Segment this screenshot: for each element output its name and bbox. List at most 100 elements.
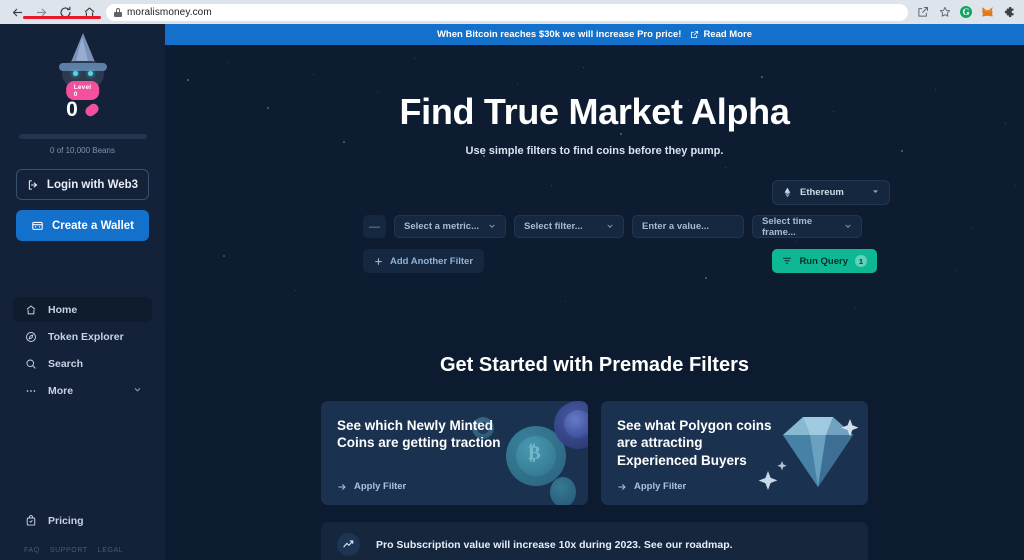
- create-wallet-label: Create a Wallet: [51, 219, 135, 232]
- hero-section: Find True Market Alpha Use simple filter…: [165, 45, 1024, 324]
- share-icon: [918, 7, 928, 17]
- premade-card-title: See which Newly Minted Coins are getting…: [337, 418, 501, 451]
- chain-name: Ethereum: [800, 187, 844, 198]
- sidebar-item-label: Home: [48, 303, 78, 316]
- sidebar-item-label: Pricing: [48, 514, 84, 527]
- back-button[interactable]: [6, 2, 28, 22]
- arrow-right-icon: [618, 483, 626, 490]
- wallet-icon: [32, 221, 43, 230]
- section-heading: Get Started with Premade Filters: [440, 354, 749, 376]
- sidebar-item-home[interactable]: Home: [13, 297, 152, 322]
- login-with-web3-label: Login with Web3: [46, 178, 139, 191]
- ellipsis-icon: [24, 384, 37, 397]
- footer-link-legal[interactable]: LEGAL: [98, 547, 124, 554]
- apply-filter-link[interactable]: Apply Filter: [337, 481, 406, 492]
- bag-icon: [24, 514, 37, 527]
- apply-filter-link[interactable]: Apply Filter: [617, 481, 686, 492]
- footer-link-faq[interactable]: FAQ: [24, 547, 40, 554]
- sidebar-item-search[interactable]: Search: [13, 351, 152, 376]
- address-bar[interactable]: moralismoney.com: [106, 3, 908, 21]
- plus-icon: [375, 257, 382, 265]
- bean-progress-bar: [18, 134, 147, 139]
- avatar-eye-right: [87, 71, 93, 76]
- lock-icon: [114, 7, 122, 17]
- chain-selector-row: Ethereum: [165, 180, 1024, 205]
- chevron-down-icon: [133, 385, 142, 396]
- main-content: When Bitcoin reaches $30k we will increa…: [165, 24, 1024, 560]
- premade-card-title: See what Polygon coins are attracting Ex…: [617, 418, 772, 468]
- premade-card-polygon[interactable]: See what Polygon coins are attracting Ex…: [601, 401, 868, 505]
- run-query-badge: 1: [855, 255, 867, 267]
- pro-subscription-text: Pro Subscription value will increase 10x…: [376, 538, 733, 551]
- page-subtitle: Use simple filters to find coins before …: [465, 145, 724, 157]
- bean-counter: 0: [66, 98, 101, 122]
- announcement-banner[interactable]: When Bitcoin reaches $30k we will increa…: [165, 24, 1024, 45]
- sidebar-item-more[interactable]: More: [13, 378, 152, 403]
- arrow-right-icon: [338, 483, 346, 490]
- bean-icon: [83, 101, 101, 119]
- share-button[interactable]: [916, 5, 930, 19]
- chain-selector[interactable]: Ethereum: [772, 180, 890, 205]
- filter-row: — Select a metric... Select filter... En…: [165, 215, 1024, 238]
- metric-select[interactable]: Select a metric...: [394, 215, 506, 238]
- forward-button[interactable]: [30, 2, 52, 22]
- filter-select[interactable]: Select filter...: [514, 215, 624, 238]
- puzzle-piece-icon: [1004, 6, 1014, 18]
- sidebar-item-label: Token Explorer: [48, 330, 124, 343]
- create-wallet-button[interactable]: Create a Wallet: [16, 210, 149, 241]
- chevron-down-icon: [606, 222, 614, 232]
- bean-progress-label: 0 of 10,000 Beans: [50, 146, 115, 155]
- run-query-button[interactable]: Run Query 1: [772, 249, 877, 273]
- pro-subscription-banner[interactable]: Pro Subscription value will increase 10x…: [321, 522, 868, 560]
- premade-card-newly-minted[interactable]: ₿ See which Newly Minted Coins are getti…: [321, 401, 588, 505]
- app-root: Level 0 0 0 of 10,000 Beans Login with W…: [0, 24, 1024, 560]
- filter-select-value: Select filter...: [524, 221, 583, 232]
- remove-filter-button[interactable]: —: [363, 215, 386, 238]
- sidebar: Level 0 0 0 of 10,000 Beans Login with W…: [0, 24, 165, 560]
- timeframe-select[interactable]: Select time frame...: [752, 215, 862, 238]
- apply-filter-label: Apply Filter: [634, 481, 687, 492]
- value-input-placeholder: Enter a value...: [642, 221, 710, 232]
- browser-toolbar: moralismoney.com G: [0, 0, 1024, 24]
- page-title: Find True Market Alpha: [399, 91, 790, 132]
- add-another-filter-button[interactable]: Add Another Filter: [363, 249, 485, 273]
- apply-filter-label: Apply Filter: [354, 481, 407, 492]
- grammarly-extension-button[interactable]: G: [960, 6, 972, 18]
- extensions-button[interactable]: [1002, 5, 1016, 19]
- sidebar-footer-links: FAQ SUPPORT LEGAL: [0, 527, 165, 560]
- run-query-label: Run Query: [799, 255, 848, 267]
- chevron-down-icon: [488, 222, 496, 232]
- browser-nav-buttons: [6, 2, 100, 22]
- login-icon: [28, 179, 38, 190]
- footer-link-support[interactable]: SUPPORT: [50, 547, 88, 554]
- announcement-text: When Bitcoin reaches $30k we will increa…: [436, 29, 682, 40]
- funnel-icon: [783, 257, 792, 264]
- login-with-web3-button[interactable]: Login with Web3: [16, 169, 149, 200]
- compass-icon: [24, 330, 37, 343]
- add-another-filter-label: Add Another Filter: [390, 255, 474, 267]
- search-icon: [24, 357, 37, 370]
- avatar[interactable]: Level 0: [50, 33, 116, 100]
- bookmark-button[interactable]: [938, 5, 952, 19]
- announcement-read-more-link[interactable]: Read More: [690, 29, 752, 40]
- hero-content: Find True Market Alpha Use simple filter…: [165, 91, 1024, 273]
- url-highlight-annotation: [23, 16, 101, 19]
- trending-up-icon: [337, 533, 360, 556]
- profile-panel: Level 0 0 0 of 10,000 Beans: [0, 24, 165, 155]
- reload-button[interactable]: [54, 2, 76, 22]
- home-icon: [24, 303, 37, 316]
- external-link-icon: [691, 30, 699, 39]
- sidebar-item-label: More: [48, 384, 74, 397]
- sidebar-item-pricing[interactable]: Pricing: [0, 514, 165, 527]
- metric-select-value: Select a metric...: [404, 221, 479, 232]
- value-input[interactable]: Enter a value...: [632, 215, 744, 238]
- home-button[interactable]: [78, 2, 100, 22]
- wizard-hat-brim: [58, 63, 107, 71]
- avatar-eye-left: [72, 71, 78, 76]
- sidebar-item-token-explorer[interactable]: Token Explorer: [13, 324, 152, 349]
- timeframe-select-value: Select time frame...: [762, 215, 813, 238]
- chevron-down-icon: [844, 222, 852, 232]
- metamask-extension-button[interactable]: [980, 5, 994, 19]
- ethereum-icon: [784, 187, 791, 198]
